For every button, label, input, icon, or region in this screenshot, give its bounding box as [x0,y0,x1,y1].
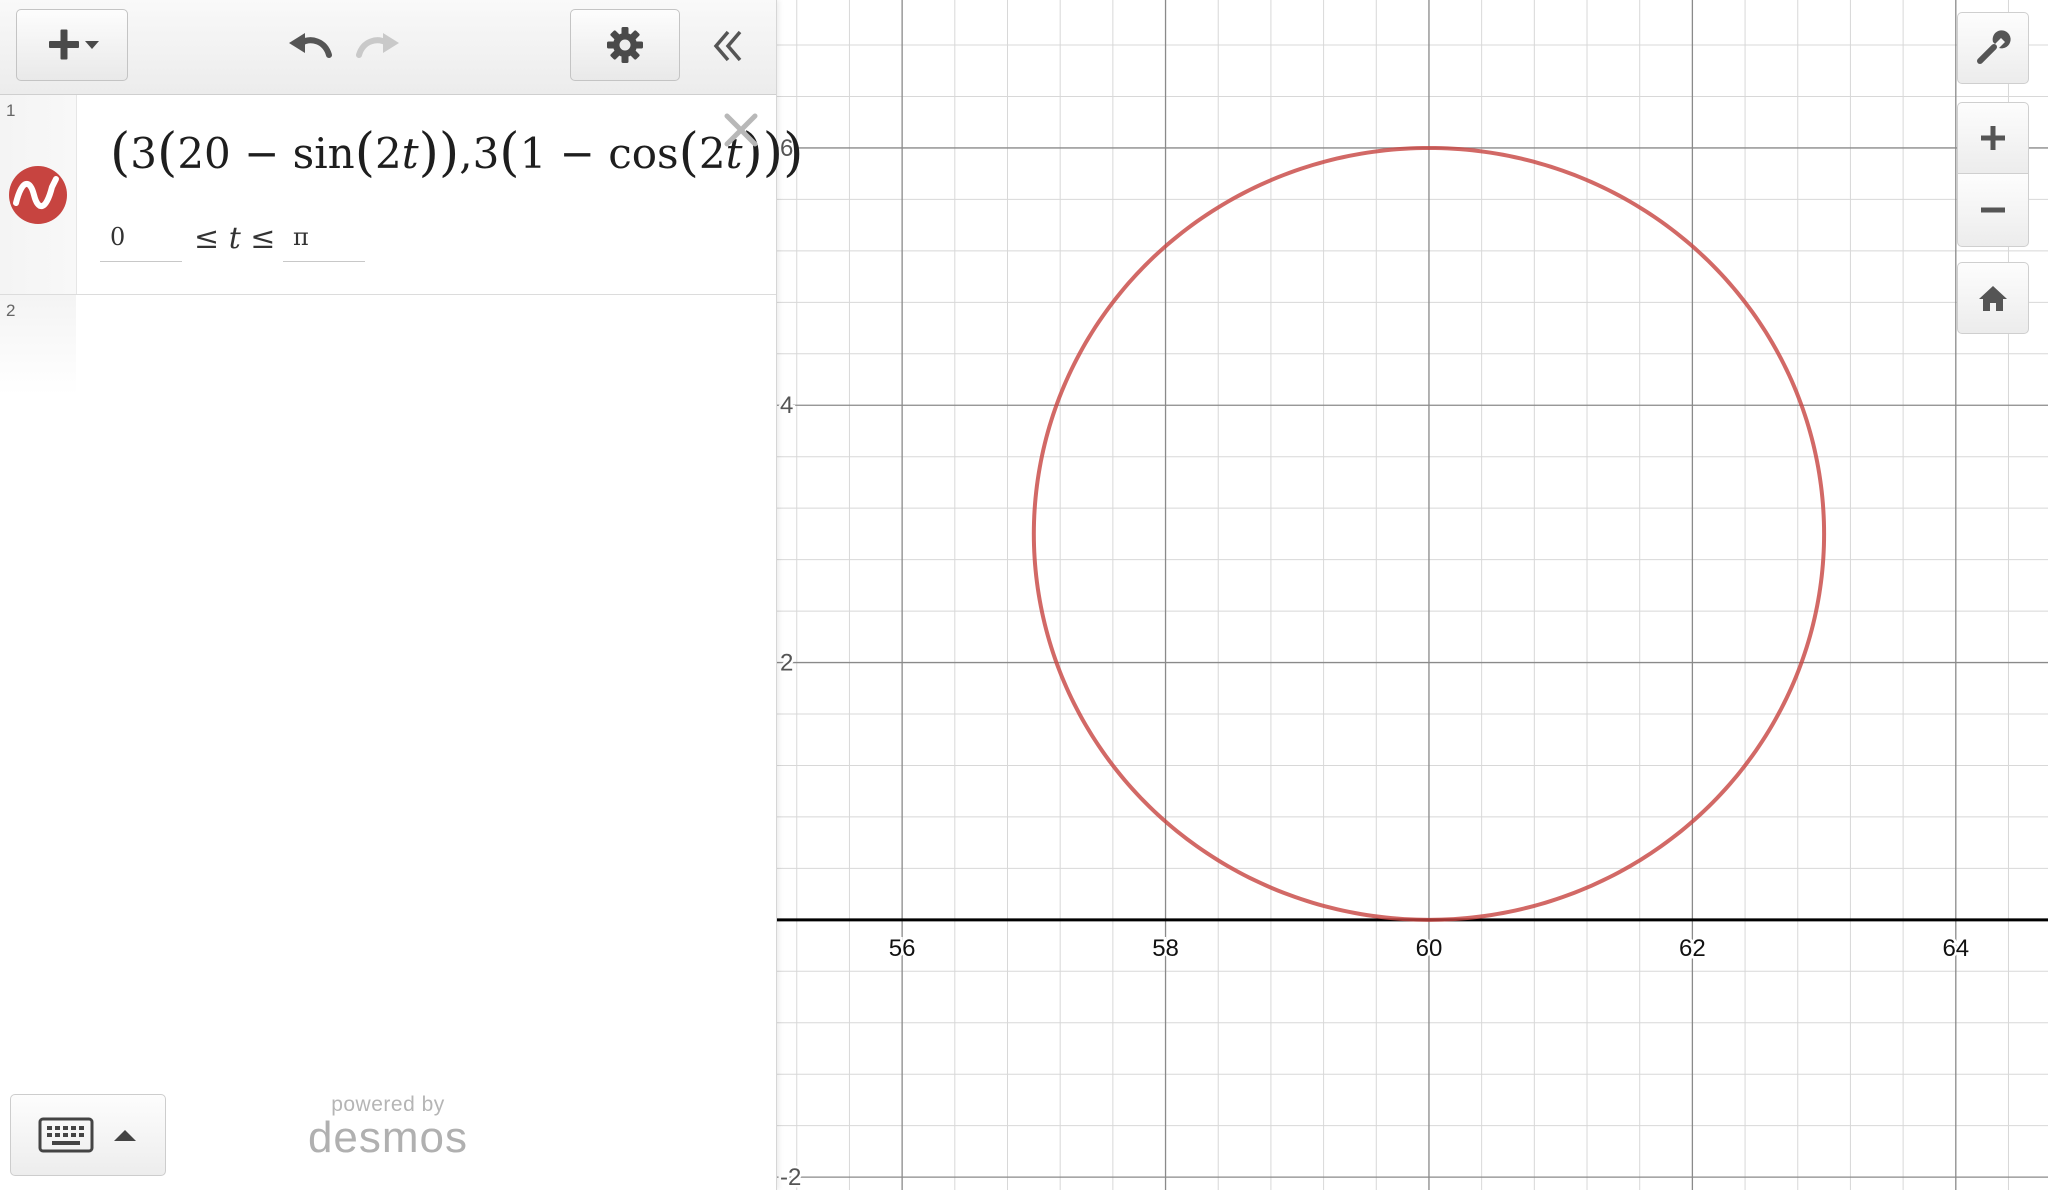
domain-variable: t [228,221,241,256]
expr-part: 3 [130,129,158,178]
powered-by-desmos[interactable]: powered by desmos [300,1094,476,1160]
settings-button[interactable] [570,9,680,81]
home-icon [1979,286,2007,311]
redo-button[interactable] [348,22,408,70]
gear-icon [607,27,643,63]
expression-number: 1 [6,101,16,120]
close-icon[interactable] [718,107,764,153]
undo-icon [289,33,332,58]
expr-part: 20 − sin [177,129,355,178]
expr-part: ,3 [459,129,500,178]
x-tick-label: 62 [1679,935,1706,962]
expression-gutter: 1 [0,95,77,294]
expression-row[interactable]: 1 (3(20 − sin(2t)),3(1 − cos(2t))) 0 ≤ t… [0,95,803,295]
keyboard-toggle-button[interactable] [10,1094,166,1176]
wrench-icon [1977,30,2011,64]
domain-op-left: ≤ [194,221,229,256]
y-tick-label: -2 [780,1164,801,1190]
expression-number: 2 [6,301,16,320]
minor-grid [777,0,2048,1190]
x-tick-label: 64 [1942,935,1969,962]
expr-part: 1 − cos [519,129,679,178]
domain-min-value: 0 [110,223,126,251]
domain-max-value: π [293,223,309,251]
domain-inequality: ≤ t ≤ [194,221,275,256]
expression-row-empty[interactable]: 2 [0,295,776,395]
x-tick-label: 56 [889,935,916,962]
expression-gutter: 2 [0,295,76,395]
default-viewport-button[interactable] [1957,262,2029,334]
double-chevron-left-icon [713,30,742,62]
expression-panel: 1 (3(20 − sin(2t)),3(1 − cos(2t))) 0 ≤ t… [0,0,803,1190]
major-grid [777,0,2048,1190]
x-tick-label: 60 [1416,935,1443,962]
add-item-button[interactable] [16,9,128,81]
parametric-domain: 0 ≤ t ≤ π [100,217,500,267]
y-tick-label: 2 [780,650,793,677]
undo-button[interactable] [280,22,340,70]
plus-dropdown-icon [49,29,99,60]
collapse-panel-button[interactable] [696,16,760,76]
x-tick-label: 58 [1152,935,1179,962]
zoom-out-button[interactable] [1957,173,2029,247]
expression-input[interactable]: (3(20 − sin(2t)),3(1 − cos(2t))) [110,121,803,183]
domain-op-right: ≤ [240,221,276,256]
y-tick-label: 4 [780,392,793,419]
redo-icon [356,33,399,58]
desmos-logo: desmos [307,1113,469,1162]
expr-part: 2 [375,129,402,178]
graph-settings-button[interactable] [1957,12,2029,84]
keyboard-icon [38,1117,94,1153]
parametric-curve-icon[interactable] [8,165,68,225]
plus-icon [1981,126,2005,150]
expr-part: t [401,129,419,178]
domain-max-input[interactable]: π [283,217,365,262]
zoom-in-button[interactable] [1957,102,2029,174]
expression-toolbar [0,0,776,95]
minus-icon [1981,207,2005,213]
domain-min-input[interactable]: 0 [100,217,182,262]
caret-up-icon [114,1130,136,1141]
